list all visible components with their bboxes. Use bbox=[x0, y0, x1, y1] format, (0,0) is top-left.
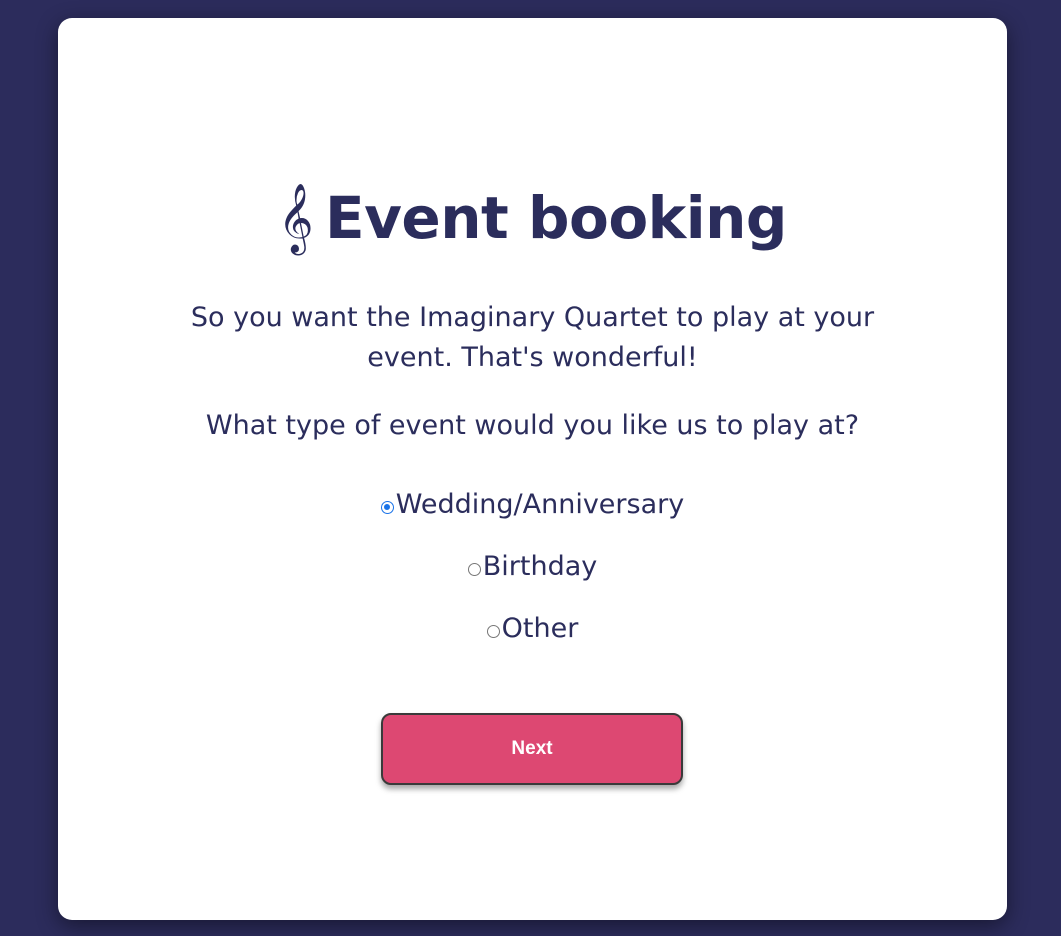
option-other[interactable]: Other bbox=[58, 606, 1007, 668]
radio-birthday[interactable] bbox=[467, 563, 481, 576]
event-type-radio-group: Wedding/Anniversary Birthday Other bbox=[58, 482, 1007, 668]
option-label: Wedding/Anniversary bbox=[395, 489, 685, 520]
treble-clef-icon: 𝄞 bbox=[278, 183, 313, 253]
option-wedding-anniversary[interactable]: Wedding/Anniversary bbox=[58, 482, 1007, 544]
radio-other[interactable] bbox=[486, 625, 500, 638]
radio-wedding-anniversary[interactable] bbox=[380, 501, 394, 514]
event-type-question: What type of event would you like us to … bbox=[205, 410, 860, 441]
intro-text: So you want the Imaginary Quartet to pla… bbox=[190, 302, 875, 373]
page-title: 𝄞 Event booking bbox=[58, 178, 1007, 258]
option-label: Other bbox=[501, 613, 579, 644]
option-label: Birthday bbox=[482, 551, 598, 582]
next-button[interactable]: Next bbox=[381, 713, 683, 785]
option-birthday[interactable]: Birthday bbox=[58, 544, 1007, 606]
page-title-text: Event booking bbox=[325, 184, 787, 252]
booking-card: 𝄞 Event booking So you want the Imaginary… bbox=[58, 18, 1007, 920]
